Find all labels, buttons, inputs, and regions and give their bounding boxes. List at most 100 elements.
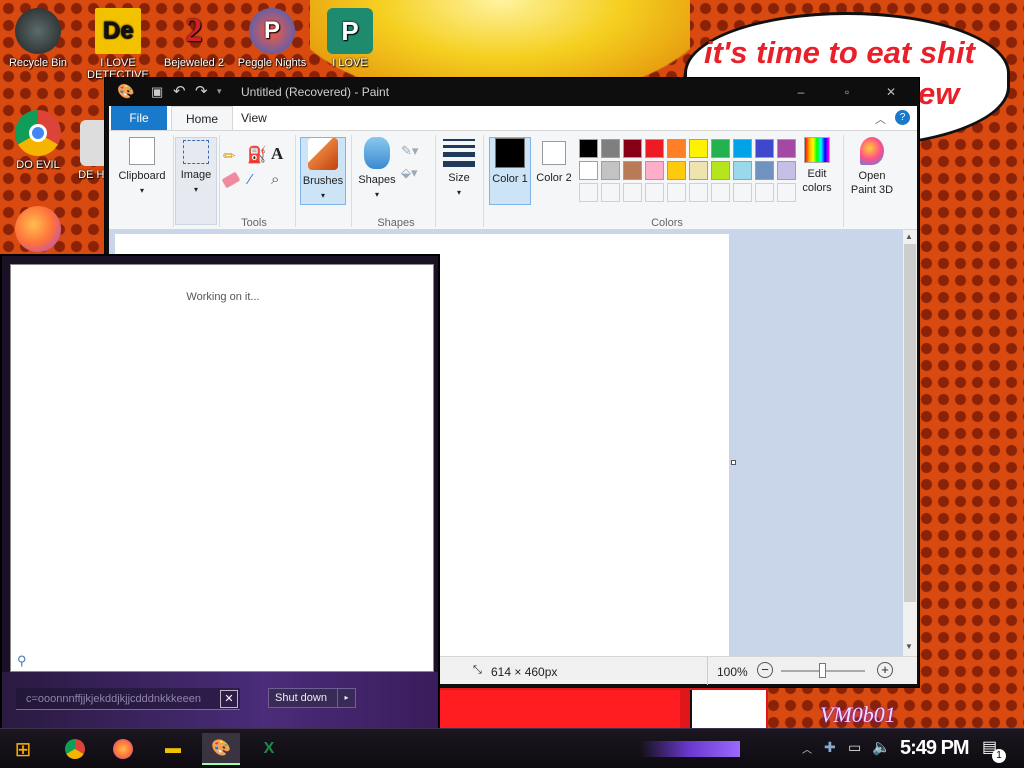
paint-icon: 🎨 <box>211 740 231 757</box>
palette-swatch[interactable] <box>667 183 686 202</box>
network-icon[interactable]: ▭ <box>848 739 861 756</box>
palette-swatch[interactable] <box>711 161 730 180</box>
save-icon[interactable]: ▣ <box>151 84 163 100</box>
desktop-icon-app-1[interactable]: De I LOVE DETECTIVE <box>80 8 156 84</box>
vertical-scrollbar[interactable]: ▲ ▼ <box>903 230 917 656</box>
palette-swatch[interactable] <box>601 161 620 180</box>
palette-swatch[interactable] <box>579 183 598 202</box>
tab-file[interactable]: File <box>111 106 167 130</box>
clear-search-icon[interactable]: ✕ <box>220 690 238 708</box>
wallpaper-red-inner <box>440 690 680 728</box>
palette-swatch[interactable] <box>755 183 774 202</box>
desktop-icon-recycle-bin[interactable]: Recycle Bin <box>0 8 76 69</box>
taskbar-chrome[interactable] <box>56 733 94 765</box>
magnifier-icon[interactable]: ⌕ <box>271 171 279 188</box>
start-button[interactable]: ⊞ <box>4 733 42 765</box>
desktop-icon-firefox[interactable] <box>0 206 76 252</box>
palette-swatch[interactable] <box>777 139 796 158</box>
shapes-button-label: Shapes <box>358 174 396 186</box>
taskbar-firefox[interactable] <box>104 733 142 765</box>
wallpaper-white-panel <box>690 690 766 728</box>
palette-swatch[interactable] <box>645 183 664 202</box>
clipboard-button[interactable]: Clipboard ▾ <box>115 137 169 198</box>
palette-swatch[interactable] <box>755 161 774 180</box>
image-button[interactable]: Image ▾ <box>175 137 217 225</box>
search-input[interactable]: c=ooonnnffjjkjekddjkjjcdddnkkkeeen <box>16 688 240 710</box>
pencil-icon[interactable]: ✏ <box>223 147 236 165</box>
customize-qat-icon[interactable]: ▾ <box>217 86 222 97</box>
title-bar[interactable]: 🎨 ▣ ↶ ↷ ▾ Untitled (Recovered) - Paint –… <box>105 78 919 106</box>
tab-view[interactable]: View <box>227 106 281 130</box>
palette-swatch[interactable] <box>667 139 686 158</box>
palette-swatch[interactable] <box>711 183 730 202</box>
brushes-button[interactable]: Brushes ▾ <box>300 137 346 205</box>
scrollbar-thumb[interactable] <box>904 244 916 602</box>
firefox-icon <box>15 206 61 252</box>
palette-swatch[interactable] <box>733 161 752 180</box>
palette-swatch[interactable] <box>601 139 620 158</box>
minimize-button[interactable]: – <box>781 78 821 106</box>
taskbar: ⊞ ▬ 🎨 X ︿ ✚ ▭ 🔈 5:49 PM ▤ 1 <box>0 728 1024 768</box>
palette-swatch[interactable] <box>667 161 686 180</box>
eraser-icon[interactable] <box>221 171 241 189</box>
palette-swatch[interactable] <box>689 183 708 202</box>
fill-icon[interactable]: ⛽ <box>247 145 267 165</box>
collapse-ribbon-icon[interactable]: ︿ <box>875 111 886 127</box>
palette-swatch[interactable] <box>755 139 774 158</box>
open-paint3d-button[interactable]: Open Paint 3D <box>845 137 899 197</box>
taskbar-paint[interactable]: 🎨 <box>202 733 240 765</box>
folder-icon: ▬ <box>165 740 181 757</box>
chrome-icon <box>65 739 85 759</box>
color2-button[interactable]: Color 2 <box>533 137 575 185</box>
palette-swatch[interactable] <box>777 161 796 180</box>
desktop-icon-publisher[interactable]: P I LOVE <box>312 8 388 78</box>
palette-swatch[interactable] <box>601 183 620 202</box>
taskbar-file-explorer[interactable]: ▬ <box>154 733 192 765</box>
show-hidden-icons[interactable]: ︿ <box>802 741 812 756</box>
resize-handle[interactable] <box>731 460 736 465</box>
color-picker-icon[interactable]: ⁄ <box>249 171 252 188</box>
redo-icon[interactable]: ↷ <box>195 82 208 100</box>
palette-swatch[interactable] <box>645 161 664 180</box>
zoom-out-icon[interactable]: − <box>757 662 773 678</box>
palette-swatch[interactable] <box>711 139 730 158</box>
palette-swatch[interactable] <box>733 139 752 158</box>
palette-swatch[interactable] <box>645 139 664 158</box>
maximize-button[interactable]: ▫ <box>827 78 867 106</box>
help-icon[interactable]: ? <box>895 110 910 125</box>
peggle-icon: P <box>249 8 295 54</box>
shutdown-button[interactable]: Shut down ▸ <box>268 688 356 708</box>
desktop-icon-peggle[interactable]: P Peggle Nights <box>234 8 310 69</box>
scroll-up-icon[interactable]: ▲ <box>905 232 913 241</box>
taskbar-excel[interactable]: X <box>250 733 288 765</box>
palette-swatch[interactable] <box>733 183 752 202</box>
start-menu-overlay[interactable]: Working on it... ⚲ c=ooonnnffjjkjekddjkj… <box>0 254 440 728</box>
tab-home[interactable]: Home <box>171 106 234 130</box>
palette-swatch[interactable] <box>623 183 642 202</box>
shapes-button[interactable]: Shapes ▾ <box>355 137 399 202</box>
undo-icon[interactable]: ↶ <box>173 82 186 100</box>
palette-swatch[interactable] <box>689 139 708 158</box>
palette-swatch[interactable] <box>623 161 642 180</box>
clock[interactable]: 5:49 PM <box>900 737 970 760</box>
shutdown-label: Shut down <box>275 692 327 704</box>
zoom-slider-thumb[interactable] <box>819 663 826 678</box>
color1-button[interactable]: Color 1 <box>489 137 531 205</box>
palette-swatch[interactable] <box>777 183 796 202</box>
desktop-icon-bejeweled[interactable]: 2 Bejeweled 2 <box>156 8 232 70</box>
palette-swatch[interactable] <box>623 139 642 158</box>
tray-app-icon[interactable]: ✚ <box>824 739 836 756</box>
outline-icon[interactable]: ✎▾ <box>401 143 418 159</box>
scroll-down-icon[interactable]: ▼ <box>905 642 913 651</box>
text-icon[interactable]: A <box>271 144 283 164</box>
volume-icon[interactable]: 🔈 <box>872 738 891 756</box>
palette-swatch[interactable] <box>579 161 598 180</box>
edit-colors-button[interactable]: Edit colors <box>795 137 839 195</box>
close-button[interactable]: ✕ <box>871 78 911 106</box>
desktop-icon-chrome[interactable]: DO EVIL <box>0 110 76 171</box>
palette-swatch[interactable] <box>579 139 598 158</box>
palette-swatch[interactable] <box>689 161 708 180</box>
zoom-in-icon[interactable]: + <box>877 662 893 678</box>
fill-shape-icon[interactable]: ⬙▾ <box>401 165 418 181</box>
size-button[interactable]: Size ▾ <box>439 137 479 200</box>
